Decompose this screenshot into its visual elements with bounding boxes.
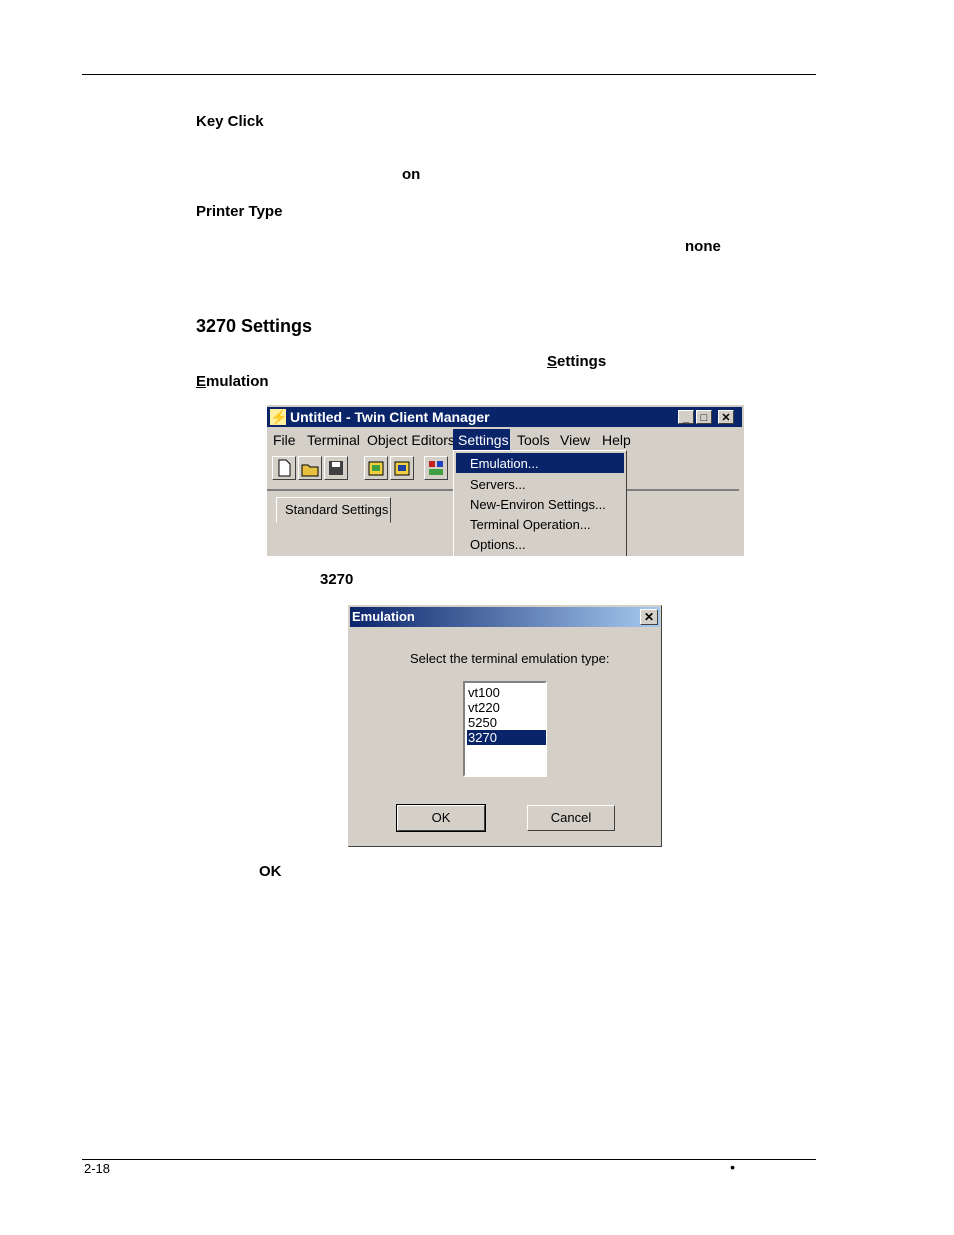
settings-dropdown: Emulation... Servers... New-Environ Sett… xyxy=(453,450,627,556)
list-item-vt220[interactable]: vt220 xyxy=(467,700,546,715)
maximize-button[interactable]: □ xyxy=(696,410,712,424)
menu-view[interactable]: View xyxy=(560,432,590,448)
dialog-prompt: Select the terminal emulation type: xyxy=(410,651,610,666)
printer-type-value: none xyxy=(685,238,721,255)
menu-ref-settings-mnemonic: S xyxy=(547,353,558,370)
printer-type-heading: Printer Type xyxy=(196,203,283,220)
save-icon[interactable] xyxy=(324,456,348,480)
key-click-value: on xyxy=(402,166,421,183)
section-heading: 3270 Settings xyxy=(196,316,313,336)
new-file-icon[interactable] xyxy=(272,456,296,480)
dialog-titlebar: Emulation xyxy=(350,607,660,627)
list-item-3270[interactable]: 3270 xyxy=(467,730,546,745)
menu-ref-settings-rest: ettings xyxy=(557,353,607,370)
open-folder-icon[interactable] xyxy=(298,456,322,480)
emulation-listbox[interactable]: vt100 vt220 5250 3270 xyxy=(463,681,547,777)
menu-settings[interactable]: Settings xyxy=(453,429,510,450)
menu-file[interactable]: File xyxy=(273,432,296,448)
select-value-text: 3270 xyxy=(320,571,354,588)
dropdown-item-terminal-operation[interactable]: Terminal Operation... xyxy=(470,517,591,532)
list-item-5250[interactable]: 5250 xyxy=(467,715,546,730)
tab-standard-settings-label: Standard Settings xyxy=(285,502,389,517)
screen-editor-icon[interactable] xyxy=(390,456,414,480)
menu-object-editors[interactable]: Object Editors xyxy=(367,432,455,448)
lightning-icon: ⚡ xyxy=(270,409,288,425)
menu-ref-settings: Settings xyxy=(547,353,606,370)
emulation-dialog-screenshot: Emulation ✕ Select the terminal emulatio… xyxy=(348,605,662,847)
menu-ref-emulation-mnemonic: E xyxy=(196,373,207,390)
header-rule xyxy=(82,74,816,75)
dropdown-item-emulation[interactable]: Emulation... xyxy=(456,453,624,473)
close-button[interactable]: ✕ xyxy=(718,410,734,424)
dialog-close-icon[interactable]: ✕ xyxy=(640,609,658,625)
tcm-window-screenshot: ⚡ Untitled - Twin Client Manager _ □ ✕ F… xyxy=(266,405,744,556)
ok-reference: OK xyxy=(259,863,282,880)
cancel-button[interactable]: Cancel xyxy=(527,805,615,831)
footer-rule xyxy=(82,1159,816,1160)
dialog-title: Emulation xyxy=(352,609,415,624)
minimize-button[interactable]: _ xyxy=(678,410,694,424)
key-click-heading: Key Click xyxy=(196,113,264,130)
tab-standard-settings[interactable]: Standard Settings xyxy=(276,497,391,523)
footer-bullet: • xyxy=(730,1159,735,1175)
object-editor-icon[interactable] xyxy=(364,456,388,480)
ok-button[interactable]: OK xyxy=(396,804,486,832)
menu-settings-label: Settings xyxy=(458,432,509,448)
tcm-titlebar: ⚡ Untitled - Twin Client Manager _ □ ✕ xyxy=(267,407,742,427)
page-number: 2-18 xyxy=(84,1161,111,1176)
dropdown-item-emulation-label: Emulation... xyxy=(470,456,539,471)
dropdown-item-options[interactable]: Options... xyxy=(470,537,526,552)
menu-terminal[interactable]: Terminal xyxy=(307,432,360,448)
menu-help[interactable]: Help xyxy=(602,432,631,448)
menu-tools[interactable]: Tools xyxy=(517,432,550,448)
tcm-window-title: Untitled - Twin Client Manager xyxy=(290,409,490,425)
menu-ref-emulation: Emulation xyxy=(196,373,269,390)
connection-icon[interactable] xyxy=(424,456,448,480)
dropdown-item-servers[interactable]: Servers... xyxy=(470,477,526,492)
list-item-vt100[interactable]: vt100 xyxy=(467,685,546,700)
menu-ref-emulation-rest: mulation xyxy=(206,373,269,390)
dropdown-item-new-environ[interactable]: New-Environ Settings... xyxy=(470,497,606,512)
